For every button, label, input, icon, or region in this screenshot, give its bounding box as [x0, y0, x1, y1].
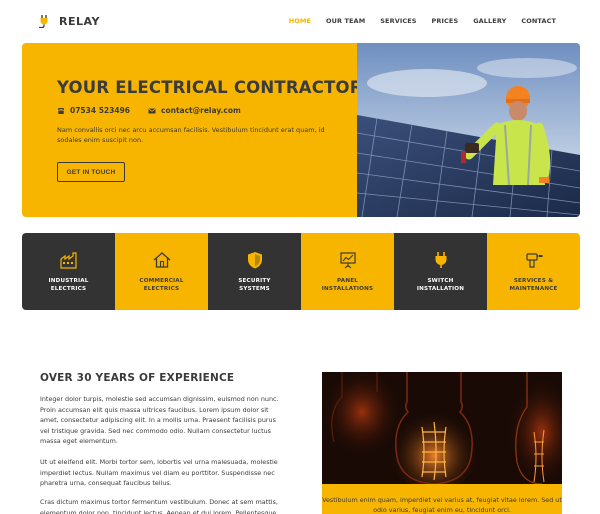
main-nav: HOME OUR TEAM SERVICES PRICES GALLERY CO… — [274, 17, 556, 25]
get-in-touch-button[interactable]: GET IN TOUCH — [57, 162, 125, 182]
nav-services[interactable]: SERVICES — [380, 17, 416, 25]
nav-home[interactable]: HOME — [289, 17, 311, 25]
factory-icon — [59, 252, 77, 269]
hero-contact-info: 07534 523496 contact@relay.com — [57, 106, 259, 115]
email-item[interactable]: contact@relay.com — [148, 106, 241, 115]
phone-item[interactable]: 07534 523496 — [57, 106, 130, 115]
experience-title: OVER 30 YEARS OF EXPERIENCE — [40, 372, 235, 384]
service-label: INDUSTRIAL ELECTRICS — [48, 278, 89, 292]
image-caption: Vestibulum enim quam, imperdiet vel vari… — [322, 484, 562, 514]
hero-description: Nam convallis orci nec arcu accumsan fac… — [57, 126, 325, 144]
services-strip: INDUSTRIAL ELECTRICS COMMERCIAL ELECTRIC… — [22, 233, 580, 310]
nav-gallery[interactable]: GALLERY — [473, 17, 506, 25]
electrician-solar-photo — [357, 43, 580, 217]
experience-paragraph: Integer dolor turpis, molestie sed accum… — [40, 395, 279, 445]
phone-number: 07534 523496 — [70, 106, 131, 115]
service-security-systems[interactable]: SECURITY SYSTEMS — [208, 233, 301, 310]
panel-chart-icon — [339, 252, 356, 269]
service-label: PANEL INSTALLATIONS — [321, 278, 374, 292]
nav-our-team[interactable]: OUR TEAM — [326, 17, 365, 25]
service-panel-installations[interactable]: PANEL INSTALLATIONS — [301, 233, 394, 310]
experience-paragraph: Cras dictum maximus tortor fermentum ves… — [40, 498, 278, 514]
service-switch-installation[interactable]: SWITCH INSTALLATION — [394, 233, 487, 310]
filament-bulbs-photo — [322, 372, 562, 484]
logo[interactable]: RELAY — [38, 14, 100, 28]
drill-icon — [525, 253, 543, 268]
hero-title: YOUR ELECTRICAL CONTRACTOR — [57, 78, 363, 97]
phone-icon — [58, 107, 64, 114]
service-label: SECURITY SYSTEMS — [238, 278, 271, 292]
hero-banner: YOUR ELECTRICAL CONTRACTOR 07534 523496 … — [22, 43, 580, 217]
hero-image — [357, 43, 580, 217]
service-label: SERVICES & MAINTENANCE — [509, 278, 558, 292]
service-services-maintenance[interactable]: SERVICES & MAINTENANCE — [487, 233, 580, 310]
nav-contact[interactable]: CONTACT — [521, 17, 556, 25]
email-address: contact@relay.com — [161, 106, 241, 115]
nav-prices[interactable]: PRICES — [432, 17, 459, 25]
hero-content: YOUR ELECTRICAL CONTRACTOR 07534 523496 … — [22, 43, 362, 217]
plug-logo-icon — [39, 15, 48, 28]
site-header: RELAY HOME OUR TEAM SERVICES PRICES GALL… — [0, 0, 600, 42]
service-commercial-electrics[interactable]: COMMERCIAL ELECTRICS — [115, 233, 208, 310]
experience-paragraph: Ut ut eleifend elit. Morbi tortor sem, l… — [40, 458, 278, 487]
house-icon — [153, 252, 170, 268]
envelope-icon — [148, 108, 156, 113]
service-industrial-electrics[interactable]: INDUSTRIAL ELECTRICS — [22, 233, 115, 310]
brand-name: RELAY — [59, 14, 100, 28]
shield-icon — [247, 252, 262, 269]
service-label: COMMERCIAL ELECTRICS — [139, 278, 184, 292]
light-bulbs-image — [322, 372, 562, 484]
plug-icon — [435, 252, 446, 268]
service-label: SWITCH INSTALLATION — [416, 278, 465, 292]
